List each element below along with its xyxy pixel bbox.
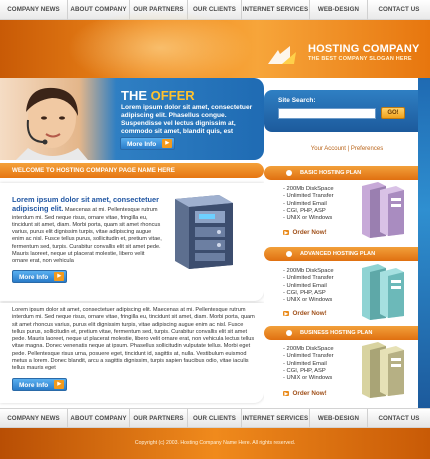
footer-nav-our-partners[interactable]: OUR PARTNERS xyxy=(130,409,188,429)
advanced-plan-features: - 200Mb DiskSpace - Unlimited Transfer -… xyxy=(283,268,363,304)
server-image xyxy=(175,195,233,269)
footer-nav-internet-services[interactable]: INTERNET SERVICES xyxy=(242,409,310,429)
section1-text: Maecenas at mi. Pellentesque rutrum inte… xyxy=(12,207,162,265)
plan-feature: - UNIX or Windows xyxy=(283,297,333,304)
advanced-plan-header: ADVANCED HOSTING PLAN xyxy=(264,247,430,261)
advanced-plan-tower-icon xyxy=(362,264,404,320)
basic-plan-features: - 200Mb DiskSpace - Unlimited Transfer -… xyxy=(283,186,363,222)
logo-slogan: THE BEST COMPANY SLOGAN HERE xyxy=(308,56,412,62)
section2-text: Lorem ipsum dolor sit amet, consectetuer… xyxy=(12,307,255,372)
your-account-link[interactable]: Your Account xyxy=(311,146,346,152)
copyright-text: Copyright (c) 2003. Hosting Company Name… xyxy=(134,440,296,446)
welcome-bar: WELCOME TO HOSTING COMPANY PAGE NAME HER… xyxy=(0,163,264,178)
offer-title-highlight: OFFER xyxy=(150,88,195,103)
plan-feature: - 200Mb DiskSpace xyxy=(283,186,334,192)
plan-feature: - Unlimited Transfer xyxy=(283,275,334,282)
account-separator: | xyxy=(347,146,350,152)
support-agent-photo xyxy=(16,87,88,160)
account-links: Your Account | Preferences xyxy=(264,146,430,152)
plan-feature: - 200Mb DiskSpace xyxy=(283,268,334,274)
plan-feature: - Unlimited Email xyxy=(283,282,327,289)
section1-text-block: Lorem ipsum dolor sit amet, consectetuer… xyxy=(12,195,162,266)
plan-feature: - Unlimited Transfer xyxy=(283,353,334,360)
logo-title[interactable]: HOSTING COMPANY xyxy=(308,43,420,55)
plan-feature: - CGI, PHP, ASP xyxy=(283,289,326,296)
footer-nav-web-design[interactable]: WEB-DESIGN xyxy=(310,409,368,429)
basic-plan-order-link[interactable]: Order Now! xyxy=(283,229,326,236)
business-plan-features: - 200Mb DiskSpace - Unlimited Transfer -… xyxy=(283,346,363,382)
preferences-link[interactable]: Preferences xyxy=(351,146,383,152)
section1-more-info-button[interactable]: More Info xyxy=(12,270,68,283)
business-plan-tower-icon xyxy=(362,342,404,398)
nav-web-design[interactable]: WEB-DESIGN xyxy=(310,0,368,20)
basic-plan-tower-icon xyxy=(362,182,404,238)
section2-more-info-button[interactable]: More Info xyxy=(12,378,68,391)
basic-plan-header: BASIC HOSTING PLAN xyxy=(264,166,430,180)
plan-feature: - Unlimited Transfer xyxy=(283,193,334,200)
footer-navigation: COMPANY NEWS ABOUT COMPANY OUR PARTNERS … xyxy=(0,408,430,429)
footer-nav-contact-us[interactable]: CONTACT US xyxy=(368,409,430,429)
nav-contact-us[interactable]: CONTACT US xyxy=(368,0,430,20)
decorative-strip xyxy=(418,78,430,408)
search-go-button[interactable]: GO! xyxy=(381,107,405,119)
offer-title: THE OFFER xyxy=(121,88,195,103)
plan-feature: - 200Mb DiskSpace xyxy=(283,346,334,352)
plan-feature: - Unlimited Email xyxy=(283,200,327,207)
offer-text: Lorem ipsum dolor sit amet, consectetuer… xyxy=(121,104,253,135)
nav-company-news[interactable]: COMPANY NEWS xyxy=(0,0,68,20)
nav-internet-services[interactable]: INTERNET SERVICES xyxy=(242,0,310,20)
advanced-plan-order-link[interactable]: Order Now! xyxy=(283,310,326,317)
business-plan-order-link[interactable]: Order Now! xyxy=(283,390,326,397)
plan-feature: - UNIX or Windows xyxy=(283,215,333,222)
search-label: Site Search: xyxy=(278,97,316,104)
footer-nav-about-company[interactable]: ABOUT COMPANY xyxy=(68,409,130,429)
logo-arrows-icon xyxy=(268,46,296,64)
plan-feature: - CGI, PHP, ASP xyxy=(283,207,326,214)
business-plan-header: BUSINESS HOSTING PLAN xyxy=(264,326,430,340)
footer-nav-company-news[interactable]: COMPANY NEWS xyxy=(0,409,68,429)
offer-more-info-button[interactable]: More Info xyxy=(120,137,176,150)
top-navigation: COMPANY NEWS ABOUT COMPANY OUR PARTNERS … xyxy=(0,0,430,20)
search-input[interactable] xyxy=(278,108,376,119)
plan-feature: - Unlimited Email xyxy=(283,360,327,367)
footer-nav-our-clients[interactable]: OUR CLIENTS xyxy=(188,409,242,429)
plan-feature: - CGI, PHP, ASP xyxy=(283,367,326,374)
plan-feature: - UNIX or Windows xyxy=(283,375,333,382)
offer-title-prefix: THE xyxy=(121,88,147,103)
